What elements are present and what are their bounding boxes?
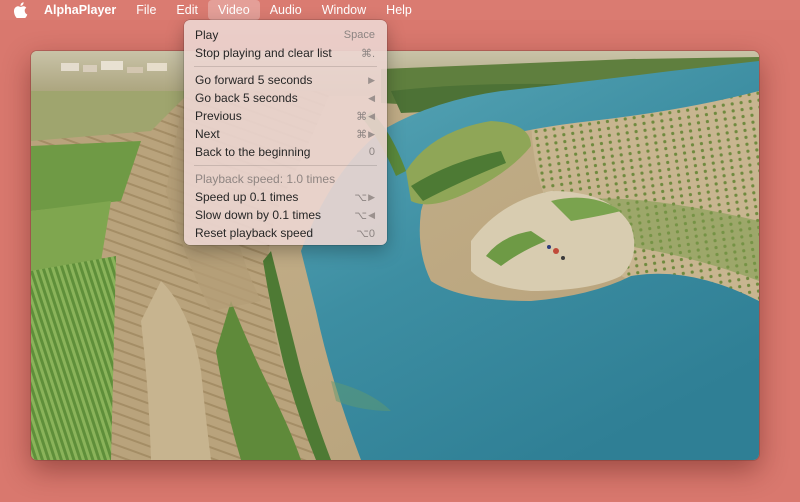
menu-separator <box>194 66 377 67</box>
menu-item-label: Back to the beginning <box>195 145 311 159</box>
left-arrow-icon: ◀ <box>368 209 375 220</box>
menu-item-play[interactable]: Play Space <box>184 26 387 44</box>
menu-item-label: Next <box>195 127 220 141</box>
menu-item-next[interactable]: Next ⌘ ▶ <box>184 125 387 143</box>
apple-icon[interactable] <box>12 0 30 20</box>
menu-item-label: Slow down by 0.1 times <box>195 208 322 222</box>
right-arrow-icon: ▶ <box>368 74 375 85</box>
menu-edit[interactable]: Edit <box>166 0 208 20</box>
menu-item-slow-down[interactable]: Slow down by 0.1 times ⌥ ◀ <box>184 206 387 224</box>
menu-app-name[interactable]: AlphaPlayer <box>42 0 126 20</box>
menu-item-label: Play <box>195 28 219 42</box>
player-window[interactable] <box>31 51 759 460</box>
menu-bar: AlphaPlayer File Edit Video Audio Window… <box>0 0 800 20</box>
shortcut-label: Space <box>343 29 375 41</box>
menu-item-previous[interactable]: Previous ⌘ ◀ <box>184 107 387 125</box>
command-key-icon: ⌘ <box>356 128 368 141</box>
menu-separator <box>194 165 377 166</box>
menu-item-playback-speed-status: Playback speed: 1.0 times <box>184 170 387 188</box>
shortcut-label: ⌥0 <box>356 227 375 240</box>
menu-item-label: Go forward 5 seconds <box>195 73 313 87</box>
menu-audio[interactable]: Audio <box>260 0 312 20</box>
menu-video[interactable]: Video <box>207 0 260 20</box>
menu-item-back-to-beginning[interactable]: Back to the beginning 0 <box>184 143 387 161</box>
menu-item-stop[interactable]: Stop playing and clear list ⌘. <box>184 44 387 62</box>
shortcut-label: ⌘. <box>360 47 375 60</box>
option-key-icon: ⌥ <box>354 209 368 222</box>
menu-item-go-back[interactable]: Go back 5 seconds ◀ <box>184 89 387 107</box>
shortcut-label: 0 <box>368 146 375 158</box>
menu-item-label: Playback speed: 1.0 times <box>195 172 336 186</box>
menu-item-label: Previous <box>195 109 242 123</box>
left-arrow-icon: ◀ <box>368 92 375 103</box>
menu-item-go-forward[interactable]: Go forward 5 seconds ▶ <box>184 71 387 89</box>
command-key-icon: ⌘ <box>356 110 368 123</box>
left-arrow-icon: ◀ <box>368 110 375 121</box>
desktop: AlphaPlayer File Edit Video Audio Window… <box>0 0 800 502</box>
menu-item-speed-up[interactable]: Speed up 0.1 times ⌥ ▶ <box>184 188 387 206</box>
right-arrow-icon: ▶ <box>368 128 375 139</box>
right-arrow-icon: ▶ <box>368 191 375 202</box>
menu-file[interactable]: File <box>126 0 166 20</box>
menu-item-reset-speed[interactable]: Reset playback speed ⌥0 <box>184 224 387 242</box>
video-frame[interactable] <box>31 51 759 460</box>
video-menu-dropdown: Play Space Stop playing and clear list ⌘… <box>184 20 387 245</box>
option-key-icon: ⌥ <box>354 191 368 204</box>
menu-item-label: Stop playing and clear list <box>195 46 332 60</box>
menu-help[interactable]: Help <box>376 0 422 20</box>
menu-item-label: Speed up 0.1 times <box>195 190 299 204</box>
menu-window[interactable]: Window <box>312 0 376 20</box>
menu-item-label: Go back 5 seconds <box>195 91 298 105</box>
menu-item-label: Reset playback speed <box>195 226 314 240</box>
